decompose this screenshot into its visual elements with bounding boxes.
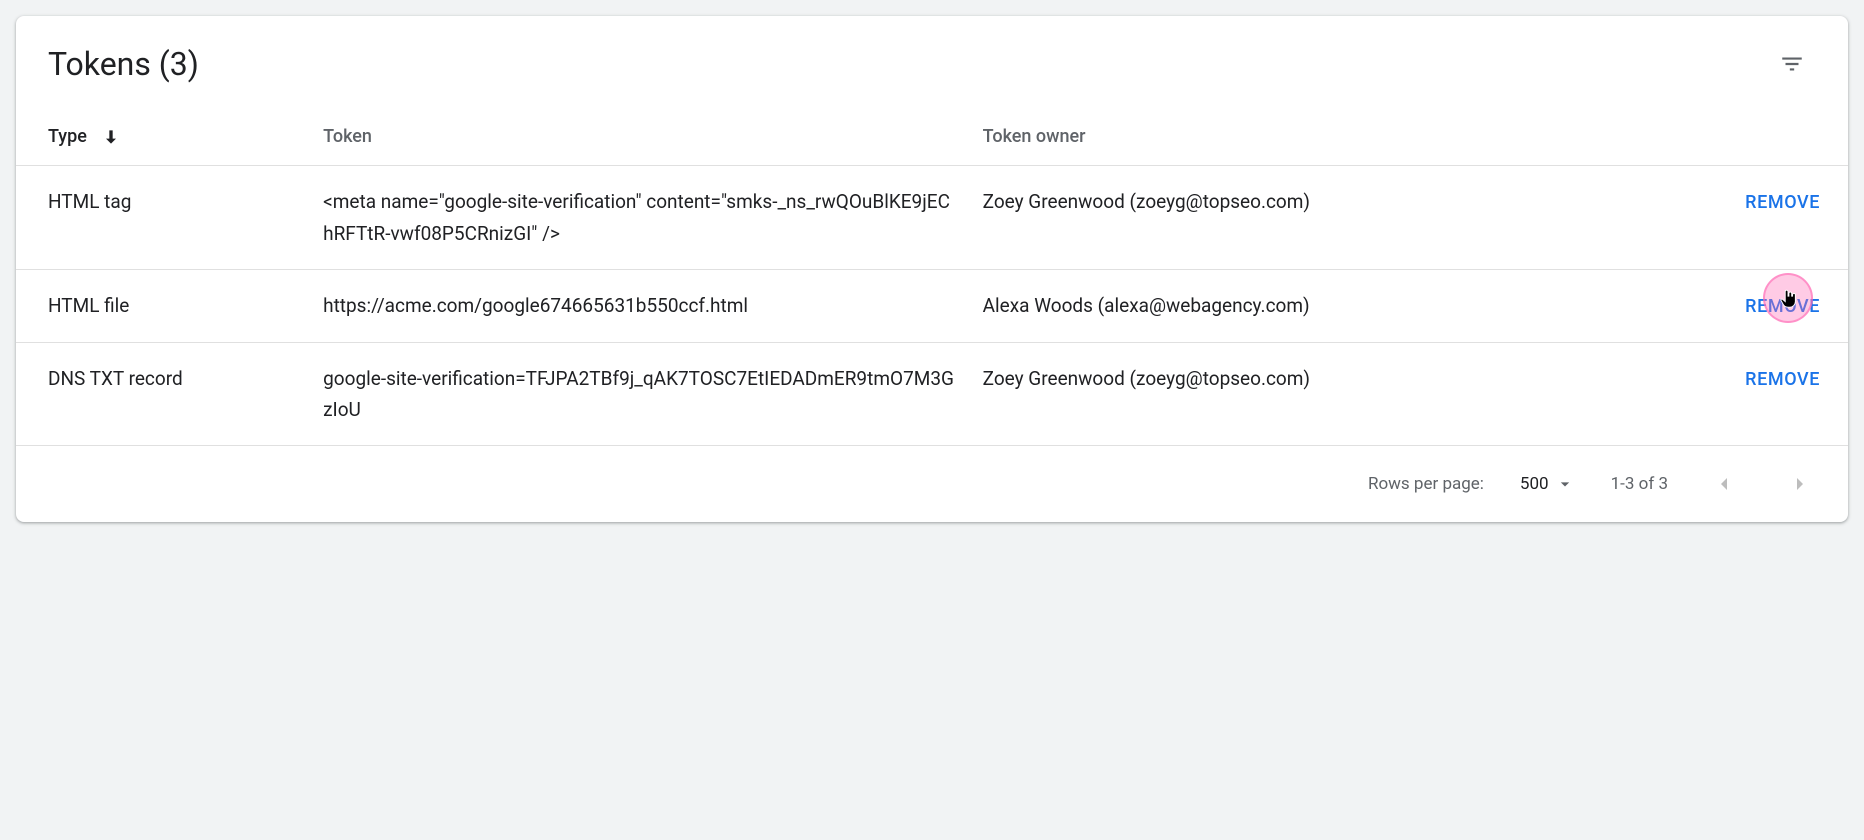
cell-token: https://acme.com/google674665631b550ccf.…: [309, 269, 969, 342]
column-header-type[interactable]: Type: [16, 108, 309, 166]
remove-button[interactable]: REMOVE: [1745, 192, 1820, 213]
table-row: HTML tag <meta name="google-site-verific…: [16, 166, 1848, 270]
pagination-bar: Rows per page: 500 1-3 of 3: [16, 446, 1848, 522]
cell-token: google-site-verification=TFJPA2TBf9j_qAK…: [309, 342, 969, 446]
rows-per-page-select[interactable]: 500: [1520, 474, 1575, 494]
card-header: Tokens (3): [16, 16, 1848, 108]
column-header-token[interactable]: Token: [309, 108, 969, 166]
filter-icon: [1779, 51, 1805, 77]
table-row: HTML file https://acme.com/google6746656…: [16, 269, 1848, 342]
rows-per-page-label: Rows per page:: [1368, 474, 1484, 494]
remove-button[interactable]: REMOVE: [1745, 296, 1820, 317]
cell-type: DNS TXT record: [16, 342, 309, 446]
cell-owner: Alexa Woods (alexa@webagency.com): [969, 269, 1555, 342]
card-title: Tokens (3): [48, 45, 199, 83]
cell-type: HTML tag: [16, 166, 309, 270]
prev-page-button[interactable]: [1704, 464, 1744, 504]
dropdown-arrow-icon: [1555, 474, 1575, 494]
column-header-action: [1555, 108, 1848, 166]
tokens-card: Tokens (3) Type Token Token owner HTML t…: [16, 16, 1848, 522]
column-header-owner[interactable]: Token owner: [969, 108, 1555, 166]
table-header-row: Type Token Token owner: [16, 108, 1848, 166]
cell-token: <meta name="google-site-verification" co…: [309, 166, 969, 270]
table-row: DNS TXT record google-site-verification=…: [16, 342, 1848, 446]
sort-arrow-down-icon: [101, 127, 121, 147]
column-header-type-label: Type: [48, 126, 87, 147]
filter-button[interactable]: [1768, 40, 1816, 88]
remove-button[interactable]: REMOVE: [1745, 369, 1820, 390]
tokens-table: Type Token Token owner HTML tag <meta na…: [16, 108, 1848, 446]
pagination-range: 1-3 of 3: [1611, 474, 1668, 494]
cell-owner: Zoey Greenwood (zoeyg@topseo.com): [969, 342, 1555, 446]
chevron-right-icon: [1788, 472, 1812, 496]
rows-per-page-value: 500: [1520, 474, 1549, 494]
next-page-button[interactable]: [1780, 464, 1820, 504]
cell-owner: Zoey Greenwood (zoeyg@topseo.com): [969, 166, 1555, 270]
cell-type: HTML file: [16, 269, 309, 342]
chevron-left-icon: [1712, 472, 1736, 496]
